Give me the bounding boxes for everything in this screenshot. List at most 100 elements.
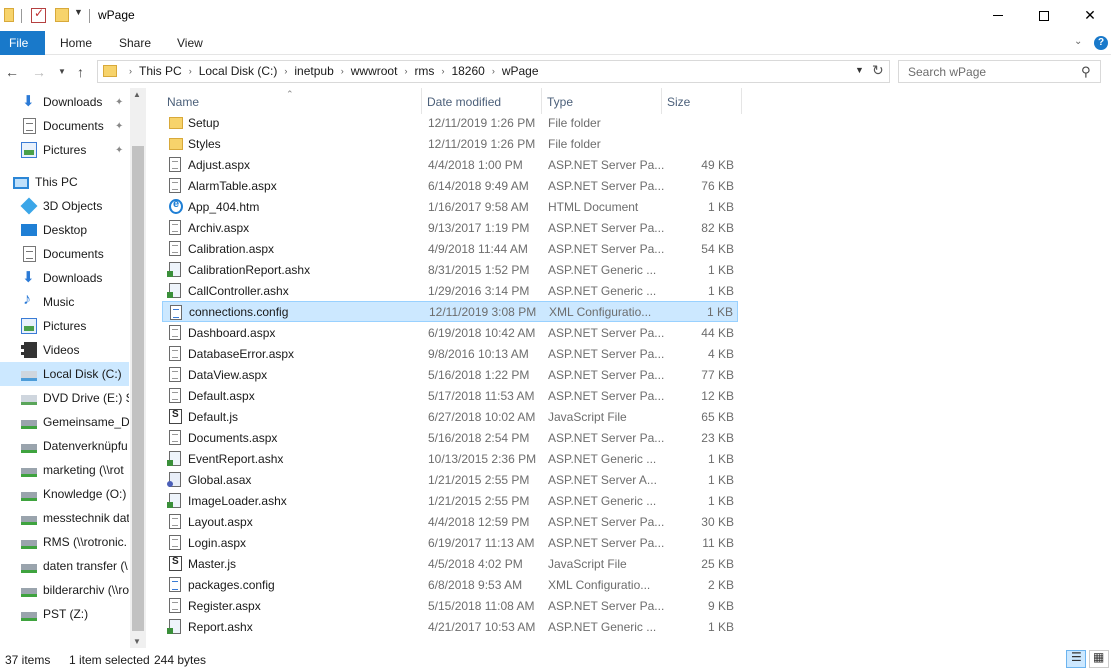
customize-quick-access-icon[interactable]: ▼: [74, 7, 83, 17]
nav-item[interactable]: Datenverknüpfu: [0, 434, 129, 458]
file-row[interactable]: DatabaseError.aspx 9/8/2016 10:13 AM ASP.N…: [162, 343, 738, 364]
ashx-file-icon: [167, 493, 181, 508]
breadcrumb-item[interactable]: wwwroot: [351, 64, 398, 78]
breadcrumb-item[interactable]: Local Disk (C:): [199, 64, 278, 78]
file-row[interactable]: CallController.ashx 1/29/2016 3:14 PM ASP.…: [162, 280, 738, 301]
file-row[interactable]: Default.js 6/27/2018 10:02 AM JavaScript F…: [162, 406, 738, 427]
nav-item[interactable]: Downloads ✦: [0, 90, 129, 114]
breadcrumb-item[interactable]: inetpub: [294, 64, 333, 78]
nav-item[interactable]: Documents: [0, 242, 129, 266]
nav-item[interactable]: Gemeinsame_Da: [0, 410, 129, 434]
file-name: packages.config: [188, 577, 275, 592]
nav-item[interactable]: Pictures ✦: [0, 138, 129, 162]
refresh-icon[interactable]: ↻: [872, 62, 884, 79]
file-row[interactable]: connections.config 12/11/2019 3:08 PM XML …: [162, 301, 738, 322]
breadcrumb-chevron-icon[interactable]: ›: [189, 66, 192, 76]
file-row[interactable]: Login.aspx 6/19/2017 11:13 AM ASP.NET Serv…: [162, 532, 738, 553]
breadcrumb-item[interactable]: This PC: [139, 64, 182, 78]
scroll-up-icon[interactable]: ▲: [133, 90, 141, 99]
folder-icon: [103, 65, 117, 77]
nav-item[interactable]: Videos: [0, 338, 129, 362]
expand-ribbon-icon[interactable]: ⌄: [1074, 36, 1082, 47]
file-row[interactable]: packages.config 6/8/2018 9:53 AM XML Confi…: [162, 574, 738, 595]
file-row[interactable]: DataView.aspx 5/16/2018 1:22 PM ASP.NET Se…: [162, 364, 738, 385]
column-header-date[interactable]: Date modified: [422, 88, 542, 114]
nav-item[interactable]: Documents ✦: [0, 114, 129, 138]
minimize-icon: [993, 15, 1003, 16]
nav-item[interactable]: DVD Drive (E:) SS: [0, 386, 129, 410]
nav-item[interactable]: marketing (\\rot: [0, 458, 129, 482]
nav-item[interactable]: Music: [0, 290, 129, 314]
column-header-type[interactable]: Type: [542, 88, 662, 114]
recent-locations-icon[interactable]: ▼: [58, 67, 66, 76]
search-input[interactable]: Search wPage: [908, 65, 986, 79]
pin-icon: ✦: [115, 96, 124, 108]
tab-file[interactable]: File: [0, 31, 45, 55]
column-header-size[interactable]: Size: [662, 88, 742, 114]
nav-item[interactable]: Local Disk (C:): [0, 362, 129, 386]
file-row[interactable]: Calibration.aspx 4/9/2018 11:44 AM ASP.NET…: [162, 238, 738, 259]
file-row[interactable]: Dashboard.aspx 6/19/2018 10:42 AM ASP.NET …: [162, 322, 738, 343]
breadcrumb-item[interactable]: wPage: [502, 64, 539, 78]
file-row[interactable]: Global.asax 1/21/2015 2:55 PM ASP.NET Serv…: [162, 469, 738, 490]
file-row[interactable]: Register.aspx 5/15/2018 11:08 AM ASP.NET S…: [162, 595, 738, 616]
breadcrumb-chevron-icon[interactable]: ›: [341, 66, 344, 76]
nav-scrollbar[interactable]: ▲ ▼: [130, 88, 146, 648]
file-row[interactable]: Master.js 4/5/2018 4:02 PM JavaScript File…: [162, 553, 738, 574]
tab-share[interactable]: Share: [119, 31, 151, 55]
tab-view[interactable]: View: [177, 31, 203, 55]
file-row[interactable]: Setup 12/11/2019 1:26 PM File folder: [162, 112, 738, 133]
nav-item[interactable]: messtechnik dat: [0, 506, 129, 530]
network-drive-icon: [21, 539, 37, 549]
nav-item[interactable]: Downloads: [0, 266, 129, 290]
nav-item[interactable]: Pictures: [0, 314, 129, 338]
nav-scroll-thumb[interactable]: [132, 146, 144, 631]
file-row[interactable]: Documents.aspx 5/16/2018 2:54 PM ASP.NET S…: [162, 427, 738, 448]
breadcrumb-chevron-icon[interactable]: ›: [441, 66, 444, 76]
file-row[interactable]: ImageLoader.ashx 1/21/2015 2:55 PM ASP.NET…: [162, 490, 738, 511]
scroll-down-icon[interactable]: ▼: [133, 637, 141, 646]
nav-item[interactable]: Desktop: [0, 218, 129, 242]
nav-item[interactable]: Knowledge (O:): [0, 482, 129, 506]
file-row[interactable]: Adjust.aspx 4/4/2018 1:00 PM ASP.NET Serve…: [162, 154, 738, 175]
address-dropdown-icon[interactable]: ▼: [855, 65, 864, 75]
new-folder-icon[interactable]: [55, 8, 69, 22]
address-bar[interactable]: › This PC › Local Disk (C:) › inetpub › wwwroot…: [97, 60, 890, 83]
up-button[interactable]: ↑: [77, 64, 84, 80]
nav-item[interactable]: RMS (\\rotronic.: [0, 530, 129, 554]
maximize-button[interactable]: [1021, 0, 1067, 31]
nav-item[interactable]: bilderarchiv (\\ro: [0, 578, 129, 602]
details-view-button[interactable]: [1066, 650, 1086, 668]
file-row[interactable]: Archiv.aspx 9/13/2017 1:19 PM ASP.NET Serv…: [162, 217, 738, 238]
file-row[interactable]: Report.ashx 4/21/2017 10:53 AM ASP.NET Gen…: [162, 616, 738, 637]
file-date-modified: 6/27/2018 10:02 AM: [428, 409, 536, 424]
file-row[interactable]: Layout.aspx 4/4/2018 12:59 PM ASP.NET Serv…: [162, 511, 738, 532]
breadcrumb-item[interactable]: 18260: [451, 64, 484, 78]
file-type: ASP.NET Server Pa...: [548, 388, 665, 403]
file-row[interactable]: CalibrationReport.ashx 8/31/2015 1:52 PM A…: [162, 259, 738, 280]
nav-item[interactable]: 3D Objects: [0, 194, 129, 218]
large-icons-view-button[interactable]: [1089, 650, 1109, 668]
breadcrumb-item[interactable]: rms: [414, 64, 434, 78]
nav-item[interactable]: daten transfer (\: [0, 554, 129, 578]
file-row[interactable]: App_404.htm 1/16/2017 9:58 AM HTML Documen…: [162, 196, 738, 217]
tab-home[interactable]: Home: [60, 31, 92, 55]
file-row[interactable]: EventReport.ashx 10/13/2015 2:36 PM ASP.NE…: [162, 448, 738, 469]
minimize-button[interactable]: [975, 0, 1021, 31]
breadcrumb-chevron-icon[interactable]: ›: [492, 66, 495, 76]
back-button[interactable]: ←: [5, 64, 19, 80]
properties-icon[interactable]: [31, 6, 46, 23]
forward-button[interactable]: →: [32, 64, 46, 80]
breadcrumb-chevron-icon[interactable]: ›: [129, 66, 132, 76]
search-box[interactable]: Search wPage ⚲: [898, 60, 1101, 83]
breadcrumb-chevron-icon[interactable]: ›: [404, 66, 407, 76]
file-row[interactable]: AlarmTable.aspx 6/14/2018 9:49 AM ASP.NET …: [162, 175, 738, 196]
file-row[interactable]: Default.aspx 5/17/2018 11:53 AM ASP.NET Se…: [162, 385, 738, 406]
nav-item[interactable]: This PC: [0, 170, 129, 194]
nav-item[interactable]: PST (Z:): [0, 602, 129, 626]
breadcrumb-chevron-icon[interactable]: ›: [284, 66, 287, 76]
file-row[interactable]: Styles 12/11/2019 1:26 PM File folder: [162, 133, 738, 154]
help-icon[interactable]: ?: [1094, 36, 1108, 50]
close-button[interactable]: ✕: [1067, 0, 1111, 31]
file-size: 82 KB: [701, 220, 734, 235]
